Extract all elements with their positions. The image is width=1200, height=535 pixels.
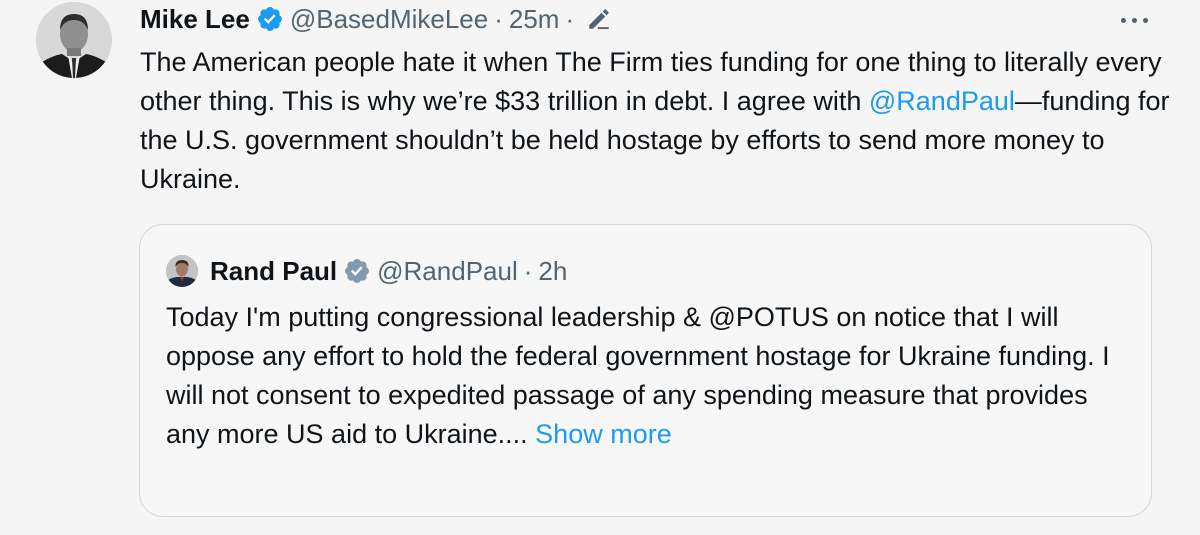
- quoted-author-name[interactable]: Rand Paul: [210, 255, 337, 287]
- quoted-author-handle[interactable]: @RandPaul: [377, 255, 518, 287]
- quoted-author-avatar[interactable]: [166, 255, 198, 287]
- verified-badge-icon[interactable]: [343, 257, 371, 285]
- tweet-text: The American people hate it when The Fir…: [140, 43, 1180, 199]
- tweet-header: Mike Lee @BasedMikeLee · 25m ·: [140, 2, 612, 36]
- quoted-tweet-text: Today I'm putting congressional leadersh…: [166, 298, 1126, 454]
- quoted-tweet-timestamp[interactable]: 2h: [538, 255, 567, 287]
- tweet: Mike Lee @BasedMikeLee · 25m · The Ameri…: [0, 0, 1200, 535]
- separator-dot: ·: [494, 4, 503, 34]
- separator-dot: ·: [523, 256, 533, 286]
- verified-badge-icon[interactable]: [256, 5, 284, 33]
- author-avatar[interactable]: [36, 2, 112, 78]
- author-handle[interactable]: @BasedMikeLee: [290, 2, 488, 36]
- edit-pencil-icon[interactable]: [586, 6, 612, 32]
- show-more-link[interactable]: Show more: [535, 419, 672, 449]
- more-options-icon[interactable]: [1114, 8, 1154, 32]
- separator-dot: ·: [565, 4, 575, 34]
- quoted-tweet-card[interactable]: Rand Paul @RandPaul · 2h Today I'm putti…: [139, 224, 1152, 517]
- mention-link[interactable]: @RandPaul: [869, 86, 1015, 116]
- author-name[interactable]: Mike Lee: [140, 2, 250, 36]
- tweet-timestamp[interactable]: 25m: [509, 2, 560, 36]
- quoted-tweet-header: Rand Paul @RandPaul · 2h: [166, 255, 567, 287]
